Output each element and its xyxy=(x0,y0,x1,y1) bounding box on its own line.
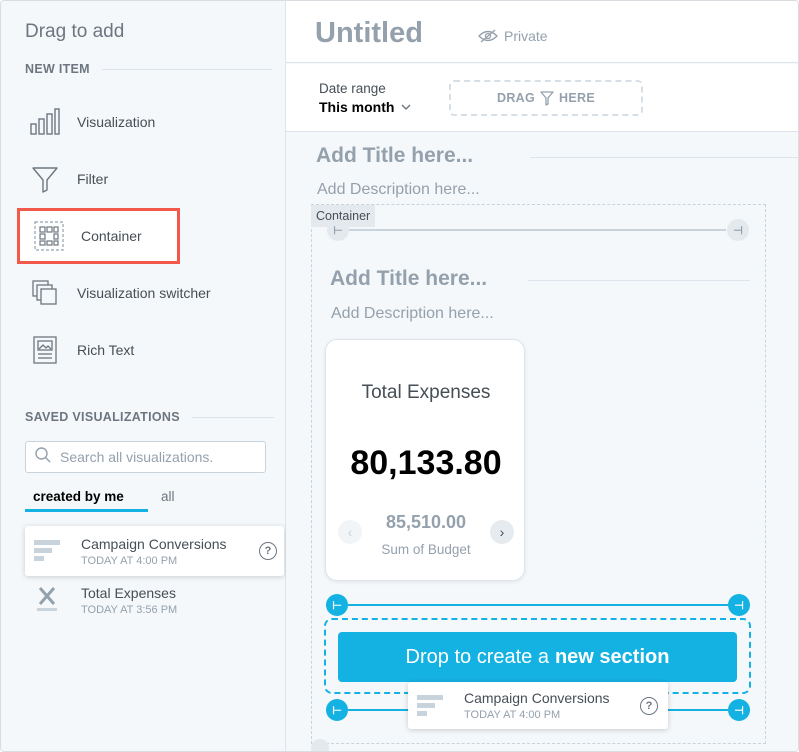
section-resize-right-icon[interactable]: ⊣ xyxy=(728,594,750,616)
section-resize-left-icon[interactable]: ⊢ xyxy=(326,699,348,721)
new-item-label: Rich Text xyxy=(77,342,135,358)
dragged-item-time: TODAY AT 4:00 PM xyxy=(464,709,561,721)
kpi-title: Total Expenses xyxy=(361,382,491,403)
new-item-container[interactable]: Container xyxy=(29,216,279,256)
saved-item-text: Campaign Conversions TODAY AT 4:00 PM xyxy=(81,536,227,567)
app-window: Drag to add NEW ITEM Visualization Filte… xyxy=(0,0,799,752)
section-width-bar xyxy=(348,604,728,606)
search-box[interactable] xyxy=(25,441,266,473)
dashboard-title[interactable]: Untitled xyxy=(315,17,423,50)
new-item-label: Container xyxy=(81,228,142,244)
search-input[interactable] xyxy=(60,449,260,465)
drop-new-section-target[interactable]: Drop to create a new section xyxy=(338,632,737,682)
search-icon xyxy=(34,446,52,469)
add-items-sidebar: Drag to add NEW ITEM Visualization Filte… xyxy=(1,1,286,751)
bar-chart-horizontal-icon xyxy=(25,538,69,564)
kpi-value: 80,133.80 xyxy=(350,444,502,482)
saved-item-total-expenses[interactable]: Total Expenses TODAY AT 3:56 PM xyxy=(25,575,284,625)
new-item-label: Visualization switcher xyxy=(77,285,211,301)
grid-icon xyxy=(29,220,69,252)
private-label: Private xyxy=(504,28,548,44)
heading-divider xyxy=(101,68,272,70)
funnel-icon xyxy=(540,90,554,106)
section-resize-right-icon[interactable]: ⊣ xyxy=(728,699,750,721)
tab-created-by-me[interactable]: created by me xyxy=(33,489,124,504)
resize-handle-left-icon[interactable]: ⊢ xyxy=(327,219,349,241)
new-item-label: Visualization xyxy=(77,114,156,130)
rich-text-icon xyxy=(25,334,65,366)
saved-item-name: Campaign Conversions xyxy=(81,535,227,552)
drag-here-text-left: DRAG xyxy=(497,91,536,105)
saved-item-time: TODAY AT 4:00 PM xyxy=(81,554,178,567)
section-title-placeholder[interactable]: Add Title here... xyxy=(316,144,473,168)
tab-all[interactable]: all xyxy=(161,489,175,504)
kpi-card-total-expenses[interactable]: Total Expenses 80,133.80 ‹ 85,510.00 › S… xyxy=(325,339,525,581)
container-width-bar xyxy=(349,229,726,231)
drop-text-bold: new section xyxy=(554,645,670,668)
resize-handle-icon[interactable] xyxy=(311,739,329,751)
saved-tabs: created by me all xyxy=(25,487,275,513)
date-range-label: Date range xyxy=(319,81,386,96)
saved-item-time: TODAY AT 3:56 PM xyxy=(81,603,178,616)
help-icon[interactable]: ? xyxy=(259,542,277,560)
date-range-value: This month xyxy=(319,99,395,115)
bar-chart-icon xyxy=(25,106,65,138)
resize-handle-right-icon[interactable]: ⊣ xyxy=(727,219,749,241)
dragged-item-name: Campaign Conversions xyxy=(464,690,610,706)
sidebar-title: Drag to add xyxy=(25,21,125,42)
section-title-divider xyxy=(530,157,798,158)
container-description-placeholder[interactable]: Add Description here... xyxy=(331,305,494,323)
new-item-visualization[interactable]: Visualization xyxy=(25,102,275,142)
drop-text-prefix: Drop to create a xyxy=(405,645,549,668)
help-icon[interactable]: ? xyxy=(640,697,658,715)
new-item-visualization-switcher[interactable]: Visualization switcher xyxy=(25,273,275,313)
saved-item-text: Total Expenses TODAY AT 3:56 PM xyxy=(81,585,177,616)
dragged-item-campaign-conversions[interactable]: Campaign Conversions TODAY AT 4:00 PM ? xyxy=(408,682,668,729)
headline-x-icon xyxy=(25,585,69,615)
bar-chart-horizontal-icon xyxy=(408,693,452,719)
active-tab-indicator xyxy=(25,509,148,512)
private-indicator[interactable]: Private xyxy=(478,28,548,44)
new-item-heading-text: NEW ITEM xyxy=(25,62,90,76)
dashboard-canvas: Untitled Private Date range This month D… xyxy=(286,1,798,751)
filter-bar: Date range This month DRAG HERE xyxy=(286,64,798,132)
dragged-item-text: Campaign Conversions TODAY AT 4:00 PM xyxy=(464,690,610,721)
chevron-right-icon[interactable]: › xyxy=(490,520,514,544)
saved-item-name: Total Expenses xyxy=(81,584,176,601)
new-item-filter[interactable]: Filter xyxy=(25,159,275,199)
section-description-placeholder[interactable]: Add Description here... xyxy=(317,181,480,199)
section-resize-left-icon[interactable]: ⊢ xyxy=(326,594,348,616)
dashboard-header: Untitled Private xyxy=(286,1,798,63)
new-item-heading: NEW ITEM xyxy=(25,62,272,76)
saved-heading-text: SAVED VISUALIZATIONS xyxy=(25,410,180,424)
stacked-layers-icon xyxy=(25,277,65,309)
kpi-comparison-label: Sum of Budget xyxy=(381,542,471,557)
saved-item-campaign-conversions[interactable]: Campaign Conversions TODAY AT 4:00 PM ? xyxy=(25,526,284,576)
chevron-down-icon xyxy=(401,104,411,111)
heading-divider xyxy=(191,416,274,418)
container-title-placeholder[interactable]: Add Title here... xyxy=(330,267,487,291)
funnel-icon xyxy=(25,163,65,195)
drag-here-text-right: HERE xyxy=(559,91,595,105)
eye-slash-icon xyxy=(478,29,498,43)
drag-filter-here-dropzone[interactable]: DRAG HERE xyxy=(449,80,643,116)
date-range-dropdown[interactable]: This month xyxy=(319,99,411,115)
container-title-divider xyxy=(528,280,750,281)
new-item-rich-text[interactable]: Rich Text xyxy=(25,330,275,370)
saved-visualizations-heading: SAVED VISUALIZATIONS xyxy=(25,410,274,424)
new-item-label: Filter xyxy=(77,171,109,187)
